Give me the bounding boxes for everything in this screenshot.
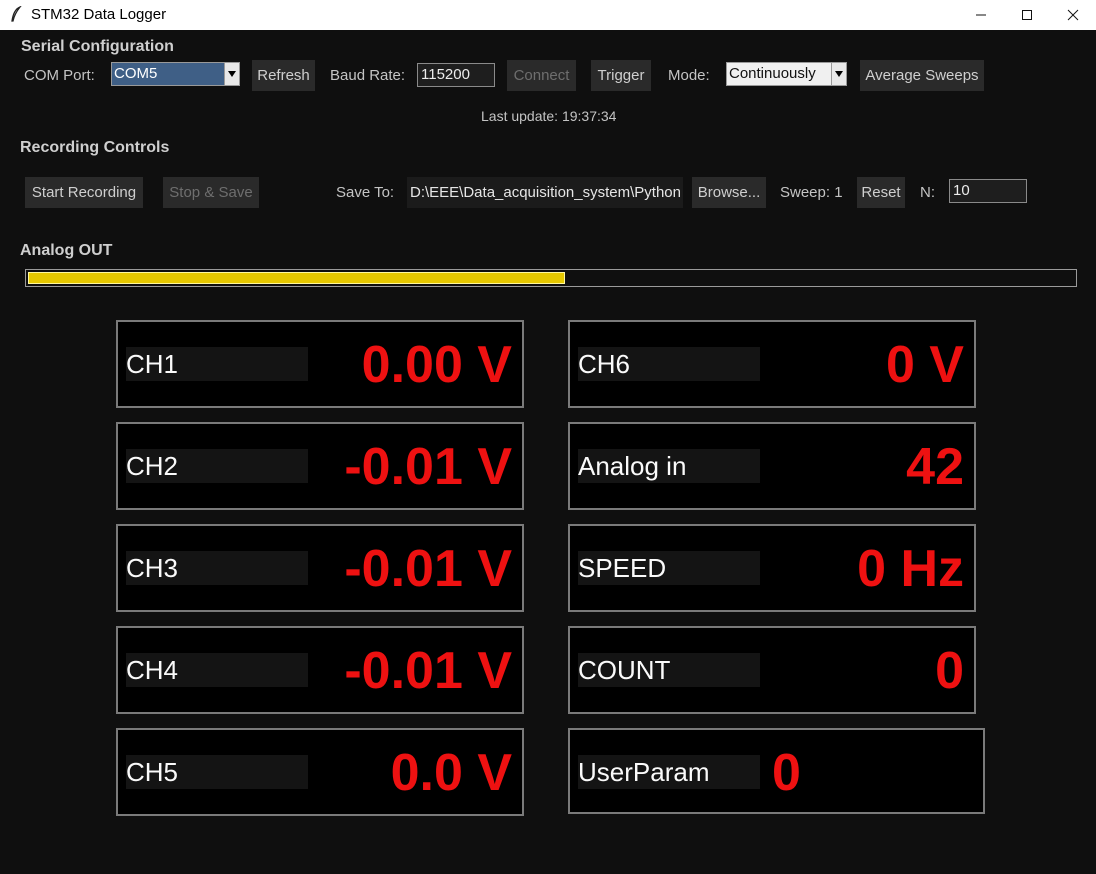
panel-label: CH2 — [126, 449, 308, 483]
panel-value: 0 — [935, 642, 964, 700]
save-path-field[interactable]: D:\EEE\Data_acquisition_system\Python — [407, 177, 683, 208]
channel-panel-ch4: CH4 -0.01 V — [116, 626, 524, 714]
userparam-panel: UserParam 0 — [568, 728, 985, 814]
count-panel: COUNT 0 — [568, 626, 976, 714]
baud-rate-input[interactable]: 115200 — [417, 63, 495, 87]
com-port-value: COM5 — [114, 65, 158, 82]
sweep-count: Sweep: 1 — [780, 184, 843, 201]
panel-label: CH4 — [126, 653, 308, 687]
analog-in-panel: Analog in 42 — [568, 422, 976, 510]
channel-panel-ch6: CH6 0 V — [568, 320, 976, 408]
panel-label: SPEED — [578, 551, 760, 585]
channel-panel-ch5: CH5 0.0 V — [116, 728, 524, 816]
panel-value: -0.01 V — [344, 438, 512, 496]
feather-icon — [10, 5, 23, 26]
stop-save-button[interactable]: Stop & Save — [163, 177, 259, 208]
mode-select[interactable]: Continuously — [726, 62, 847, 86]
mode-label: Mode: — [668, 67, 710, 84]
trigger-button[interactable]: Trigger — [591, 60, 651, 91]
channel-panel-ch1: CH1 0.00 V — [116, 320, 524, 408]
refresh-button[interactable]: Refresh — [252, 60, 315, 91]
panel-value: -0.01 V — [344, 540, 512, 598]
last-update-text: Last update: 19:37:34 — [481, 108, 617, 124]
panel-label: CH1 — [126, 347, 308, 381]
chevron-down-icon[interactable] — [224, 63, 239, 85]
channel-panel-ch3: CH3 -0.01 V — [116, 524, 524, 612]
com-port-select[interactable]: COM5 — [111, 62, 240, 86]
title-bar: STM32 Data Logger — [0, 0, 1096, 30]
close-button[interactable] — [1050, 0, 1096, 30]
panel-label: CH6 — [578, 347, 760, 381]
baud-rate-label: Baud Rate: — [330, 67, 406, 84]
window-title: STM32 Data Logger — [31, 6, 167, 23]
panel-value: 0 — [772, 744, 801, 802]
n-input[interactable]: 10 — [949, 179, 1027, 203]
panel-value: 0 V — [885, 336, 964, 394]
speed-panel: SPEED 0 Hz — [568, 524, 976, 612]
analog-out-progress-fill — [28, 272, 565, 284]
panel-value: 0.0 V — [390, 744, 512, 802]
analog-out-progress-bar — [25, 269, 1077, 287]
analog-out-title: Analog OUT — [20, 242, 113, 259]
connect-button[interactable]: Connect — [507, 60, 576, 91]
reset-button[interactable]: Reset — [857, 177, 905, 208]
maximize-button[interactable] — [1004, 0, 1050, 30]
average-sweeps-button[interactable]: Average Sweeps — [860, 60, 984, 91]
panel-label: Analog in — [578, 449, 760, 483]
recording-section-title: Recording Controls — [20, 139, 170, 156]
panel-value: 0.00 V — [361, 336, 512, 394]
channel-panel-ch2: CH2 -0.01 V — [116, 422, 524, 510]
browse-button[interactable]: Browse... — [692, 177, 766, 208]
panel-label: CH3 — [126, 551, 308, 585]
serial-section-title: Serial Configuration — [21, 38, 174, 55]
panel-label: UserParam — [578, 755, 760, 789]
save-to-label: Save To: — [336, 184, 395, 201]
start-recording-button[interactable]: Start Recording — [25, 177, 143, 208]
panel-value: -0.01 V — [344, 642, 512, 700]
panel-label: CH5 — [126, 755, 308, 789]
mode-value: Continuously — [729, 65, 816, 82]
minimize-button[interactable] — [958, 0, 1004, 30]
chevron-down-icon[interactable] — [831, 63, 846, 85]
panel-label: COUNT — [578, 653, 760, 687]
panel-value: 0 Hz — [857, 540, 964, 598]
n-label: N: — [920, 184, 935, 201]
panel-value: 42 — [906, 438, 964, 496]
com-port-label: COM Port: — [24, 67, 95, 84]
app-body: Serial Configuration COM Port: COM5 Refr… — [0, 30, 1096, 874]
